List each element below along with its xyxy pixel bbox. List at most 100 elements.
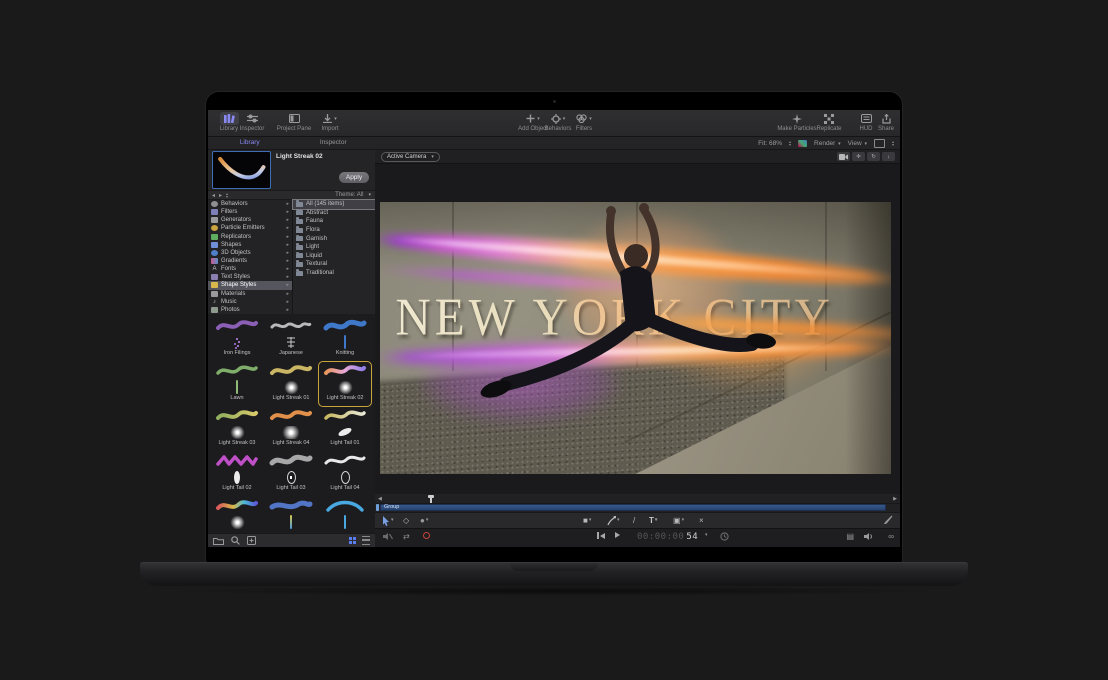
style-item-partial-3[interactable] [319, 497, 371, 533]
gear-icon [211, 201, 218, 207]
category-generators[interactable]: Generators▸ [208, 216, 292, 224]
category-gradients[interactable]: Gradients▸ [208, 257, 292, 265]
category-music[interactable]: ♪Music▸ [208, 298, 292, 306]
back-button[interactable]: ◂ [212, 192, 215, 199]
group-bar-in-point[interactable] [376, 504, 379, 511]
category-fonts[interactable]: AFonts▸ [208, 265, 292, 273]
timing-icon[interactable] [720, 532, 729, 541]
camera-view-button[interactable] [837, 152, 850, 161]
orbit-camera-button[interactable]: ↻ [867, 152, 880, 161]
speaker-icon[interactable] [864, 532, 874, 541]
layout-stepper[interactable]: ▴▾ [892, 140, 894, 146]
category-filters[interactable]: Filters▸ [208, 208, 292, 216]
style-item-light-streak-04[interactable]: Light Streak 04 [265, 407, 317, 451]
folder-liquid[interactable]: Liquid [293, 252, 375, 261]
transform-tool[interactable]: ◇ [403, 515, 409, 526]
style-item-light-streak-01[interactable]: Light Streak 01 [265, 362, 317, 406]
apply-button[interactable]: Apply [339, 172, 369, 183]
style-preview-thumbnail[interactable] [212, 151, 271, 189]
group-track-bar[interactable]: Group [380, 504, 886, 511]
playhead[interactable] [430, 495, 432, 503]
category-shape-styles[interactable]: Shape Styles▸ [208, 281, 292, 289]
loop-playback-button[interactable]: ⇄ [403, 532, 410, 541]
bezier-tool[interactable]: ▾ [607, 515, 620, 526]
mask-tool[interactable]: ▣▾ [673, 515, 684, 526]
folder-traditional[interactable]: Traditional [293, 269, 375, 278]
folder-garnish[interactable]: Garnish [293, 234, 375, 243]
tab-inspector[interactable]: Inspector [292, 137, 376, 149]
folder-textural[interactable]: Textural [293, 260, 375, 269]
forward-button[interactable]: ▸ [219, 192, 222, 199]
channels-icon[interactable] [798, 140, 807, 147]
filters-button[interactable]: ▾ Filters [562, 112, 606, 132]
keyframe-pen-icon[interactable] [884, 515, 893, 524]
inspector-toolbar-button[interactable]: Inspector [230, 112, 274, 132]
camera-view-tools: ✛ ↻ ↓ [837, 152, 895, 161]
folder-abstract[interactable]: Abstract [293, 209, 375, 218]
render-menu[interactable]: Render ▾ [814, 140, 841, 147]
mute-icon[interactable] [383, 532, 393, 541]
category-behaviors[interactable]: Behaviors▸ [208, 200, 292, 208]
style-item-light-tail-02[interactable]: Light Tail 02 [211, 452, 263, 496]
style-item-japanese[interactable]: Japanese [265, 317, 317, 361]
list-view-toggle[interactable] [362, 536, 370, 545]
search-icon[interactable] [231, 536, 240, 545]
category-particle-emitters[interactable]: Particle Emitters▸ [208, 224, 292, 232]
in-marker[interactable]: ◀ [378, 496, 382, 502]
rectangle-tool[interactable]: ■▾ [583, 515, 591, 526]
zoom-stepper[interactable]: ▴▾ [789, 140, 791, 146]
category-text-styles[interactable]: Text Styles▸ [208, 273, 292, 281]
style-item-light-tail-03[interactable]: Light Tail 03 [265, 452, 317, 496]
folder-light[interactable]: Light [293, 243, 375, 252]
sphere-icon [211, 250, 218, 256]
folder-fauna[interactable]: Fauna [293, 217, 375, 226]
scale-stepper[interactable]: ▴▾ [226, 192, 228, 198]
category-3d-objects[interactable]: 3D Objects▸ [208, 249, 292, 257]
tab-library[interactable]: Library [208, 137, 292, 149]
chevron-down-icon: ▾ [334, 116, 337, 122]
timecode-menu[interactable]: ▾ [705, 532, 708, 538]
share-button[interactable]: Share [864, 112, 900, 132]
line-tool[interactable]: / [633, 515, 635, 526]
3d-transform-tool[interactable]: ●▾ [420, 515, 428, 526]
add-to-library-button[interactable] [247, 536, 256, 545]
folder-all[interactable]: All (145 items) [293, 200, 375, 209]
category-shapes[interactable]: Shapes▸ [208, 241, 292, 249]
style-item-iron-filings[interactable]: Iron Filings [211, 317, 263, 361]
slice-tool[interactable]: × [699, 515, 704, 526]
category-materials[interactable]: Materials▸ [208, 290, 292, 298]
import-button[interactable]: ▾ Import [308, 112, 352, 132]
play-button[interactable] [615, 532, 620, 538]
style-item-lawn[interactable]: Lawn [211, 362, 263, 406]
timeline-ruler[interactable]: ◀ ▶ [375, 494, 900, 504]
style-item-light-streak-02-selected[interactable]: Light Streak 02 [319, 362, 371, 406]
style-item-partial-1[interactable] [211, 497, 263, 533]
timecode-display[interactable]: 00:00:0054 [637, 532, 698, 542]
film-icon[interactable]: ▤ [846, 532, 854, 541]
grid-view-toggle[interactable] [349, 537, 357, 545]
style-item-light-tail-04[interactable]: Light Tail 04 [319, 452, 371, 496]
canvas-viewport[interactable]: NEW YORK CITY [380, 202, 891, 474]
out-marker[interactable]: ▶ [893, 496, 897, 502]
previous-frame-button[interactable] [597, 532, 605, 539]
style-item-light-tail-01[interactable]: Light Tail 01 [319, 407, 371, 451]
view-menu[interactable]: View ▾ [848, 140, 867, 147]
dolly-camera-button[interactable]: ↓ [882, 152, 895, 161]
link-icon[interactable]: ∞ [888, 532, 894, 541]
layout-icon[interactable] [874, 139, 885, 148]
style-item-partial-2[interactable] [265, 497, 317, 533]
theme-filter-menu[interactable]: Theme: All▾ [331, 192, 375, 198]
style-item-light-streak-03[interactable]: Light Streak 03 [211, 407, 263, 451]
style-item-knitting[interactable]: Knitting [319, 317, 371, 361]
select-tool[interactable]: ▾ [382, 515, 394, 526]
new-folder-button[interactable] [213, 537, 224, 545]
folder-flora[interactable]: Flora [293, 226, 375, 235]
category-photos[interactable]: Photos▸ [208, 306, 292, 314]
category-replicators[interactable]: Replicators▸ [208, 233, 292, 241]
pan-camera-button[interactable]: ✛ [852, 152, 865, 161]
fit-zoom-control[interactable]: Fit: 68% [758, 140, 782, 147]
text-tool[interactable]: T▾ [649, 515, 657, 526]
camera-select-menu[interactable]: Active Camera▾ [381, 152, 440, 162]
folder-column: All (145 items) Abstract Fauna Flora Gar… [292, 200, 375, 314]
record-button[interactable] [423, 532, 430, 539]
